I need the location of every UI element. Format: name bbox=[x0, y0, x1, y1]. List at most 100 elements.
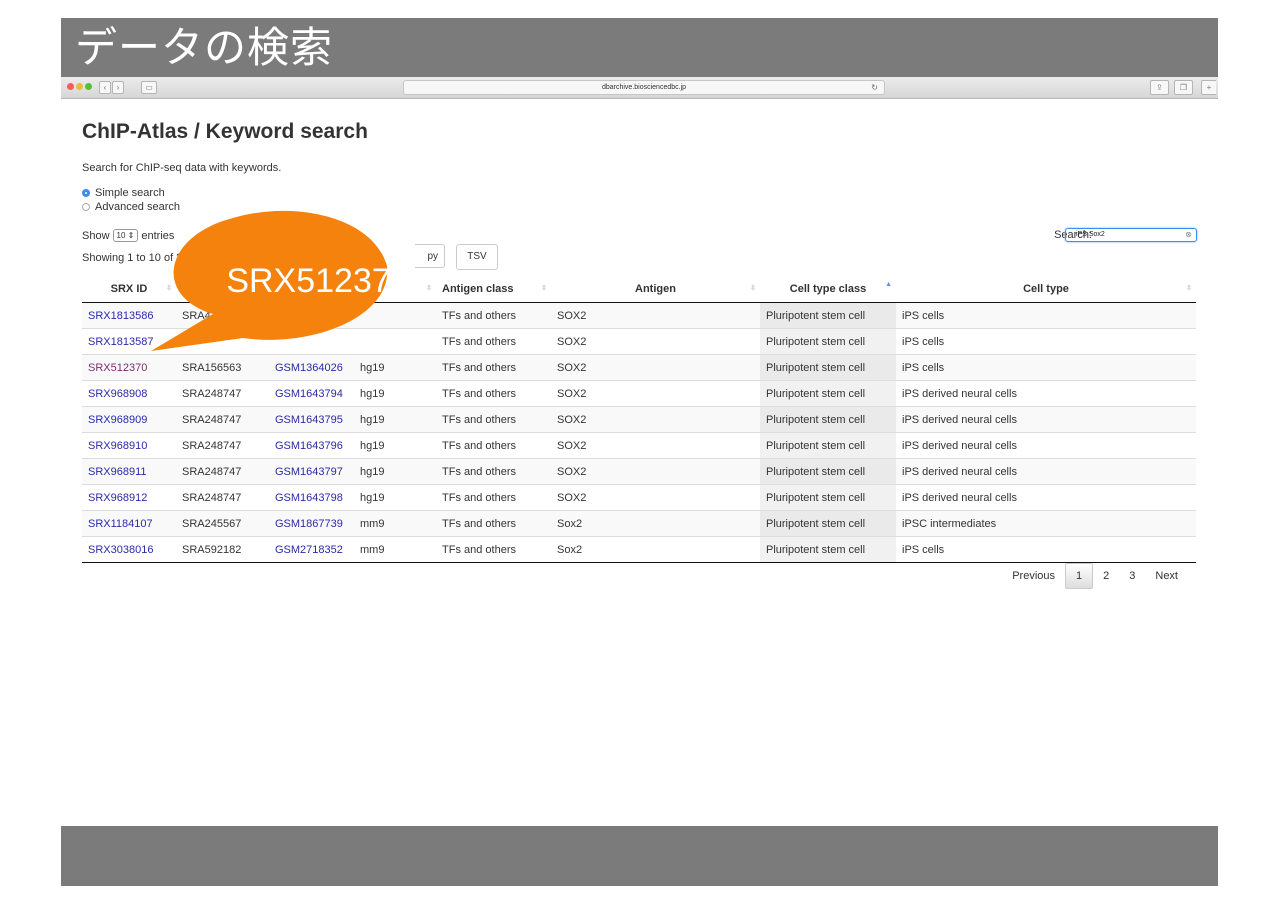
geo-id-link[interactable]: GSM1643795 bbox=[275, 414, 343, 426]
antigen-cell: SOX2 bbox=[551, 406, 760, 433]
genome-cell: hg19 bbox=[354, 432, 436, 459]
sra-id-cell: SRA248747 bbox=[176, 484, 269, 511]
sra-id-cell: SRA248747 bbox=[176, 380, 269, 407]
cell-type-class-cell: Pluripotent stem cell bbox=[760, 432, 896, 459]
geo-id-cell: GSM1643794 bbox=[269, 380, 354, 407]
srx-id-link[interactable]: SRX512370 bbox=[88, 362, 147, 374]
cell-type-cell: iPS cells bbox=[902, 335, 945, 348]
minimize-window-icon[interactable] bbox=[76, 83, 83, 90]
geo-id-link[interactable]: GSM1364026 bbox=[275, 362, 343, 374]
column-header-label: Cell type bbox=[1023, 282, 1069, 295]
cell-type-cell: iPS derived neural cells bbox=[896, 406, 1196, 433]
address-bar[interactable]: dbarchive.biosciencedbc.jp ↻ bbox=[403, 80, 885, 95]
srx-id-cell: SRX968908 bbox=[82, 380, 176, 407]
cell-type-class-cell: Pluripotent stem cell bbox=[760, 484, 896, 511]
column-header-antigen-class[interactable]: Antigen class ⇳ bbox=[436, 275, 551, 303]
srx-id-link[interactable]: SRX968910 bbox=[88, 440, 147, 452]
cell-type-class-cell: Pluripotent stem cell bbox=[760, 302, 896, 329]
table-row: SRX968910 SRA248747 GSM1643796 hg19 TFs and … bbox=[82, 432, 1196, 459]
genome-cell: hg19 bbox=[360, 491, 385, 504]
page-1-button[interactable]: 1 bbox=[1065, 563, 1094, 589]
geo-id-link[interactable]: GSM1867739 bbox=[275, 518, 343, 530]
srx-id-link[interactable]: SRX3038016 bbox=[88, 544, 153, 556]
sort-icon: ⇳ bbox=[1186, 285, 1192, 292]
zoom-window-icon[interactable] bbox=[85, 83, 92, 90]
new-tab-icon[interactable]: + bbox=[1201, 80, 1216, 95]
column-header-cell-type[interactable]: Cell type ⇳ bbox=[896, 275, 1196, 303]
page-title: ChIP-Atlas / Keyword search bbox=[82, 120, 368, 143]
cell-type-cell: iPS derived neural cells bbox=[902, 491, 1017, 504]
cell-type-class-cell: Pluripotent stem cell bbox=[760, 510, 896, 537]
cell-type-class-cell: Pluripotent stem cell bbox=[766, 387, 866, 400]
next-page-button[interactable]: Next bbox=[1145, 564, 1188, 588]
srx-id-link[interactable]: SRX968908 bbox=[88, 388, 147, 400]
table-row: SRX512370 SRA156563 GSM1364026 hg19 TFs and … bbox=[82, 354, 1196, 381]
table-row: SRX968911 SRA248747 GSM1643797 hg19 TFs and … bbox=[82, 458, 1196, 485]
sra-id-cell: SRA248747 bbox=[176, 458, 269, 485]
tsv-button[interactable]: TSV bbox=[456, 244, 498, 270]
slide-title: データの検索 bbox=[75, 23, 334, 72]
cell-type-class-cell: Pluripotent stem cell bbox=[760, 328, 896, 355]
page-3-button[interactable]: 3 bbox=[1119, 564, 1145, 588]
geo-id-link[interactable]: GSM1643797 bbox=[275, 466, 343, 478]
cell-type-cell: iPSC intermediates bbox=[902, 517, 997, 530]
antigen-cell: Sox2 bbox=[557, 543, 583, 556]
entries-select[interactable]: 10 ⇕ bbox=[112, 229, 139, 242]
share-icon[interactable]: ⇪ bbox=[1150, 80, 1169, 95]
browser-window: ‹ › ▭ dbarchive.biosciencedbc.jp ↻ ⇪ ❐ +… bbox=[61, 77, 1218, 826]
cell-type-cell: iPS derived neural cells bbox=[902, 439, 1017, 452]
antigen-class-cell: TFs and others bbox=[442, 465, 516, 478]
genome-cell: hg19 bbox=[360, 439, 385, 452]
antigen-cell: SOX2 bbox=[551, 328, 760, 355]
cell-type-class-cell: Pluripotent stem cell bbox=[766, 491, 866, 504]
srx-id-cell: SRX968912 bbox=[82, 484, 176, 511]
genome-cell: hg19 bbox=[360, 465, 385, 478]
sort-icon: ⇳ bbox=[541, 285, 547, 292]
geo-id-link[interactable]: GSM1643798 bbox=[275, 492, 343, 504]
cell-type-cell: iPS derived neural cells bbox=[902, 413, 1017, 426]
antigen-class-cell: TFs and others bbox=[442, 439, 516, 452]
antigen-class-cell: TFs and others bbox=[442, 335, 516, 348]
geo-id-link[interactable]: GSM1643796 bbox=[275, 440, 343, 452]
cell-type-class-cell: Pluripotent stem cell bbox=[760, 354, 896, 381]
column-header-antigen[interactable]: Antigen ⇳ bbox=[551, 275, 760, 303]
column-header-cell-type-class[interactable]: Cell type class ▲ bbox=[760, 275, 896, 303]
srx-id-cell: SRX968909 bbox=[82, 406, 176, 433]
srx-id-cell: SRX968910 bbox=[82, 432, 176, 459]
previous-page-button[interactable]: Previous bbox=[1002, 564, 1065, 588]
srx-id-link[interactable]: SRX968911 bbox=[88, 466, 147, 478]
antigen-class-cell: TFs and others bbox=[436, 328, 551, 355]
geo-id-link[interactable]: GSM2718352 bbox=[275, 544, 343, 556]
back-arrow-icon[interactable]: ‹ bbox=[99, 81, 111, 94]
sra-id-cell: SRA592182 bbox=[176, 536, 269, 563]
page-2-button[interactable]: 2 bbox=[1093, 564, 1119, 588]
antigen-class-cell: TFs and others bbox=[436, 536, 551, 563]
srx-id-link[interactable]: SRX1184107 bbox=[88, 518, 153, 530]
srx-id-cell: SRX968911 bbox=[82, 458, 176, 485]
close-window-icon[interactable] bbox=[67, 83, 74, 90]
forward-arrow-icon[interactable]: › bbox=[112, 81, 124, 94]
reload-icon[interactable]: ↻ bbox=[871, 81, 878, 94]
geo-id-link[interactable]: GSM1643794 bbox=[275, 388, 343, 400]
tabs-icon[interactable]: ❐ bbox=[1174, 80, 1193, 95]
genome-cell: hg19 bbox=[360, 387, 385, 400]
browser-toolbar: ‹ › ▭ dbarchive.biosciencedbc.jp ↻ ⇪ ❐ + bbox=[61, 77, 1218, 99]
antigen-cell: SOX2 bbox=[551, 432, 760, 459]
cell-type-class-cell: Pluripotent stem cell bbox=[766, 361, 866, 374]
radio-unchecked-icon[interactable] bbox=[82, 203, 90, 211]
cell-type-cell: iPS derived neural cells bbox=[902, 387, 1017, 400]
clear-search-icon[interactable]: ⊗ bbox=[1185, 229, 1192, 241]
sidebar-icon[interactable]: ▭ bbox=[141, 81, 157, 94]
antigen-class-cell: TFs and others bbox=[442, 543, 516, 556]
antigen-cell: SOX2 bbox=[557, 335, 587, 348]
search-input[interactable]: iPS Sox2 ⊗ bbox=[1065, 228, 1197, 242]
sort-ascending-icon: ▲ bbox=[885, 281, 892, 288]
genome-cell: mm9 bbox=[360, 543, 385, 556]
srx-id-link[interactable]: SRX968912 bbox=[88, 492, 147, 504]
radio-checked-icon[interactable] bbox=[82, 189, 90, 197]
cell-type-cell: iPS cells bbox=[896, 536, 1196, 563]
table-row: SRX968912 SRA248747 GSM1643798 hg19 TFs and … bbox=[82, 484, 1196, 511]
srx-id-link[interactable]: SRX968909 bbox=[88, 414, 147, 426]
geo-id-cell: GSM1867739 bbox=[269, 510, 354, 537]
cell-type-class-cell: Pluripotent stem cell bbox=[766, 413, 866, 426]
